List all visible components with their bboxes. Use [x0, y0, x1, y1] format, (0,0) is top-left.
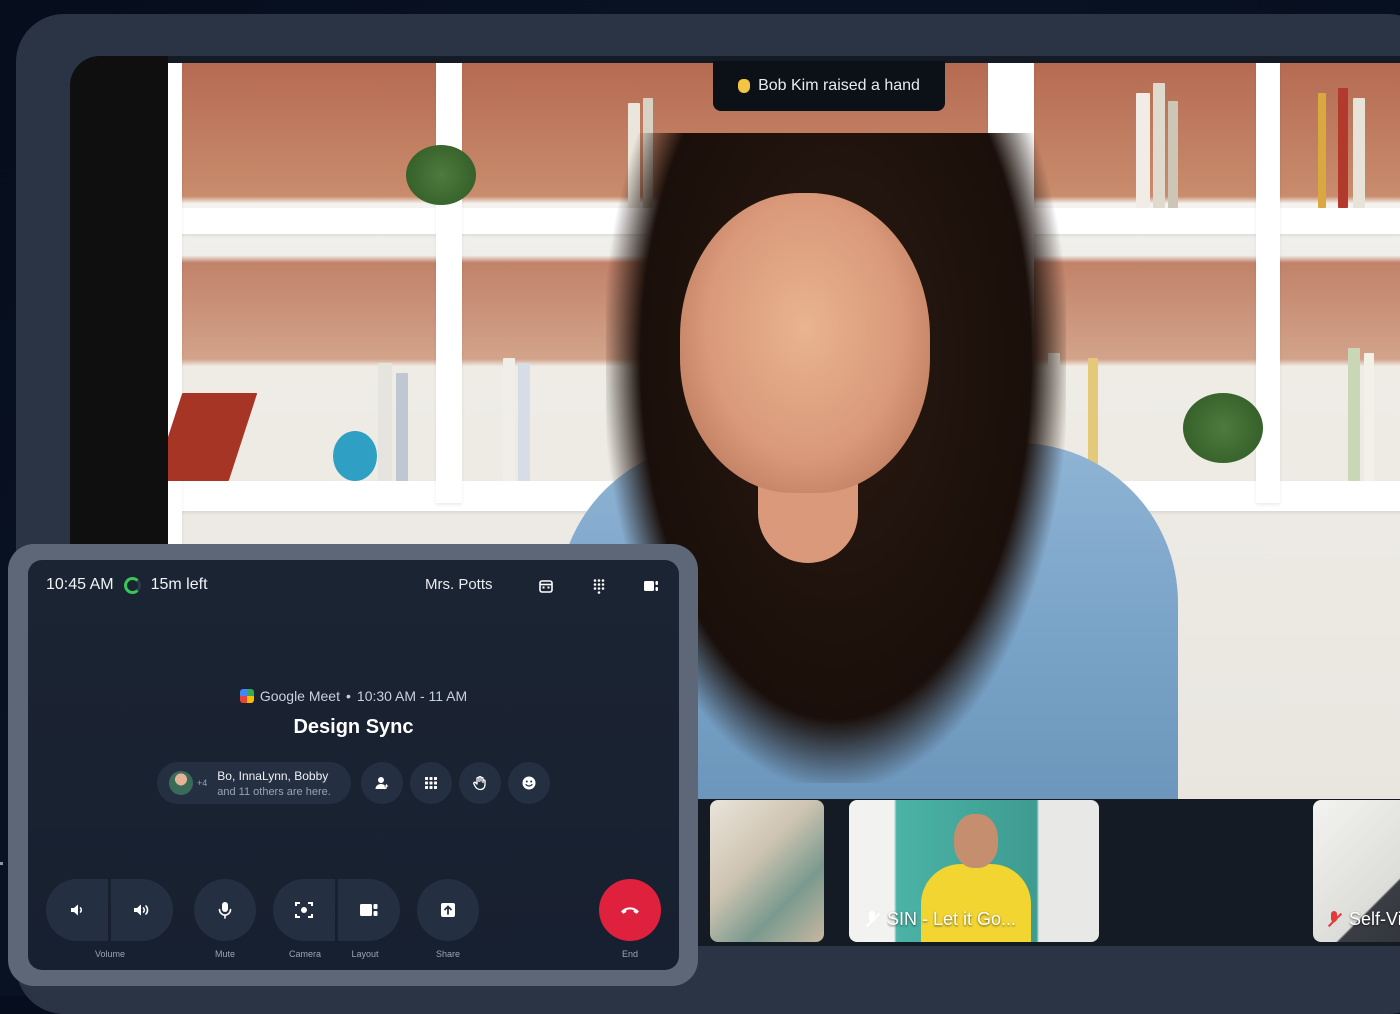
emoji-icon — [522, 776, 536, 790]
share-label: Share — [435, 949, 461, 959]
time-remaining-ring-icon — [123, 576, 141, 594]
book — [168, 393, 258, 481]
participant-face — [954, 814, 998, 868]
thumbnail-label: Self-Vie — [1349, 909, 1400, 929]
raise-hand-icon — [473, 775, 486, 791]
layout-button[interactable] — [338, 879, 400, 941]
reactions-button[interactable] — [508, 762, 550, 804]
mute-label: Mute — [214, 949, 235, 959]
book — [1136, 93, 1150, 208]
book — [1153, 83, 1165, 208]
mute-button[interactable] — [194, 879, 256, 941]
meeting-provider: Google Meet — [259, 688, 340, 704]
plant — [406, 145, 476, 205]
volume-up-button[interactable] — [111, 879, 173, 941]
participant-others: and 11 others are here. — [217, 785, 331, 798]
camera-frame-icon — [295, 902, 313, 918]
google-meet-logo-icon — [239, 689, 254, 703]
extra-participants-count: +4 — [197, 778, 208, 788]
participant-names: Bo, InnaLynn, Bobby — [217, 768, 329, 783]
apps-grid-button[interactable] — [410, 762, 452, 804]
layout-icon — [360, 904, 378, 916]
add-person-icon — [375, 777, 389, 789]
book — [1338, 88, 1348, 208]
mic-off-icon — [865, 910, 879, 929]
participant-thumbnail[interactable] — [710, 800, 824, 942]
layout-label: Layout — [351, 949, 379, 959]
separator-dot: • — [346, 688, 351, 704]
raised-hand-icon — [738, 79, 751, 93]
side-indicator-dot — [0, 862, 3, 865]
self-view-thumbnail[interactable]: Self-Vie — [1313, 800, 1400, 942]
end-label: End — [621, 949, 638, 959]
participant-body — [921, 864, 1031, 942]
participants-pill[interactable]: +4 Bo, InnaLynn, Bobby and 11 others are… — [157, 762, 351, 804]
calendar-icon[interactable] — [538, 578, 554, 594]
meeting-time-range: 10:30 AM - 11 AM — [356, 688, 468, 704]
share-icon — [441, 903, 455, 917]
share-button[interactable] — [417, 879, 479, 941]
book — [1168, 101, 1178, 208]
meeting-info: Google Meet • 10:30 AM - 11 AM — [28, 688, 679, 704]
volume-down-icon — [71, 904, 83, 916]
thumbnail-label-row: SIN - Let it Go... — [865, 909, 1016, 930]
end-call-icon — [621, 907, 639, 914]
add-participant-button[interactable] — [361, 762, 403, 804]
raise-hand-button[interactable] — [459, 762, 501, 804]
book — [378, 363, 392, 481]
screen-left-edge — [70, 56, 168, 576]
status-bar: 10:45 AM 15m left — [46, 576, 208, 594]
room-name: Mrs. Potts — [425, 576, 493, 593]
grid-icon — [425, 777, 437, 789]
controller-panel: 10:45 AM 15m left Mrs. Potts Google Meet — [28, 560, 679, 970]
book — [503, 358, 515, 481]
mic-off-icon — [1327, 910, 1341, 929]
volume-label: Volume — [94, 949, 126, 959]
volume-down-button[interactable] — [46, 879, 108, 941]
layout-icon[interactable] — [643, 578, 659, 594]
participant-strip: SIN - Let it Go... Self-Vie — [670, 799, 1400, 946]
participant-avatar — [169, 771, 193, 795]
speaker-face — [680, 193, 930, 493]
notification-text: Bob Kim raised a hand — [758, 77, 920, 94]
participant-thumbnail[interactable]: SIN - Let it Go... — [849, 800, 1099, 942]
blue-vase — [333, 431, 377, 481]
book — [1364, 353, 1374, 481]
meeting-title: Design Sync — [293, 716, 414, 738]
participants-summary: Bo, InnaLynn, Bobby and 11 others are he… — [217, 769, 331, 798]
dialpad-icon[interactable] — [591, 578, 607, 594]
mic-icon — [218, 902, 232, 919]
plant — [1183, 393, 1263, 463]
book — [1318, 93, 1326, 208]
book — [1353, 98, 1365, 208]
thumbnail-label: SIN - Let it Go... — [887, 909, 1017, 929]
time-remaining: 15m left — [150, 576, 208, 593]
camera-button[interactable] — [273, 879, 335, 941]
book — [396, 373, 408, 481]
raise-hand-notification: Bob Kim raised a hand — [713, 61, 945, 111]
volume-up-icon — [134, 904, 149, 916]
current-time: 10:45 AM — [46, 576, 114, 593]
book — [518, 363, 530, 481]
book — [1348, 348, 1360, 481]
end-call-button[interactable] — [599, 879, 661, 941]
shelf-post — [436, 63, 462, 503]
controller-device: 10:45 AM 15m left Mrs. Potts Google Meet — [8, 544, 698, 986]
thumbnail-label-row: Self-Vie — [1327, 909, 1400, 930]
